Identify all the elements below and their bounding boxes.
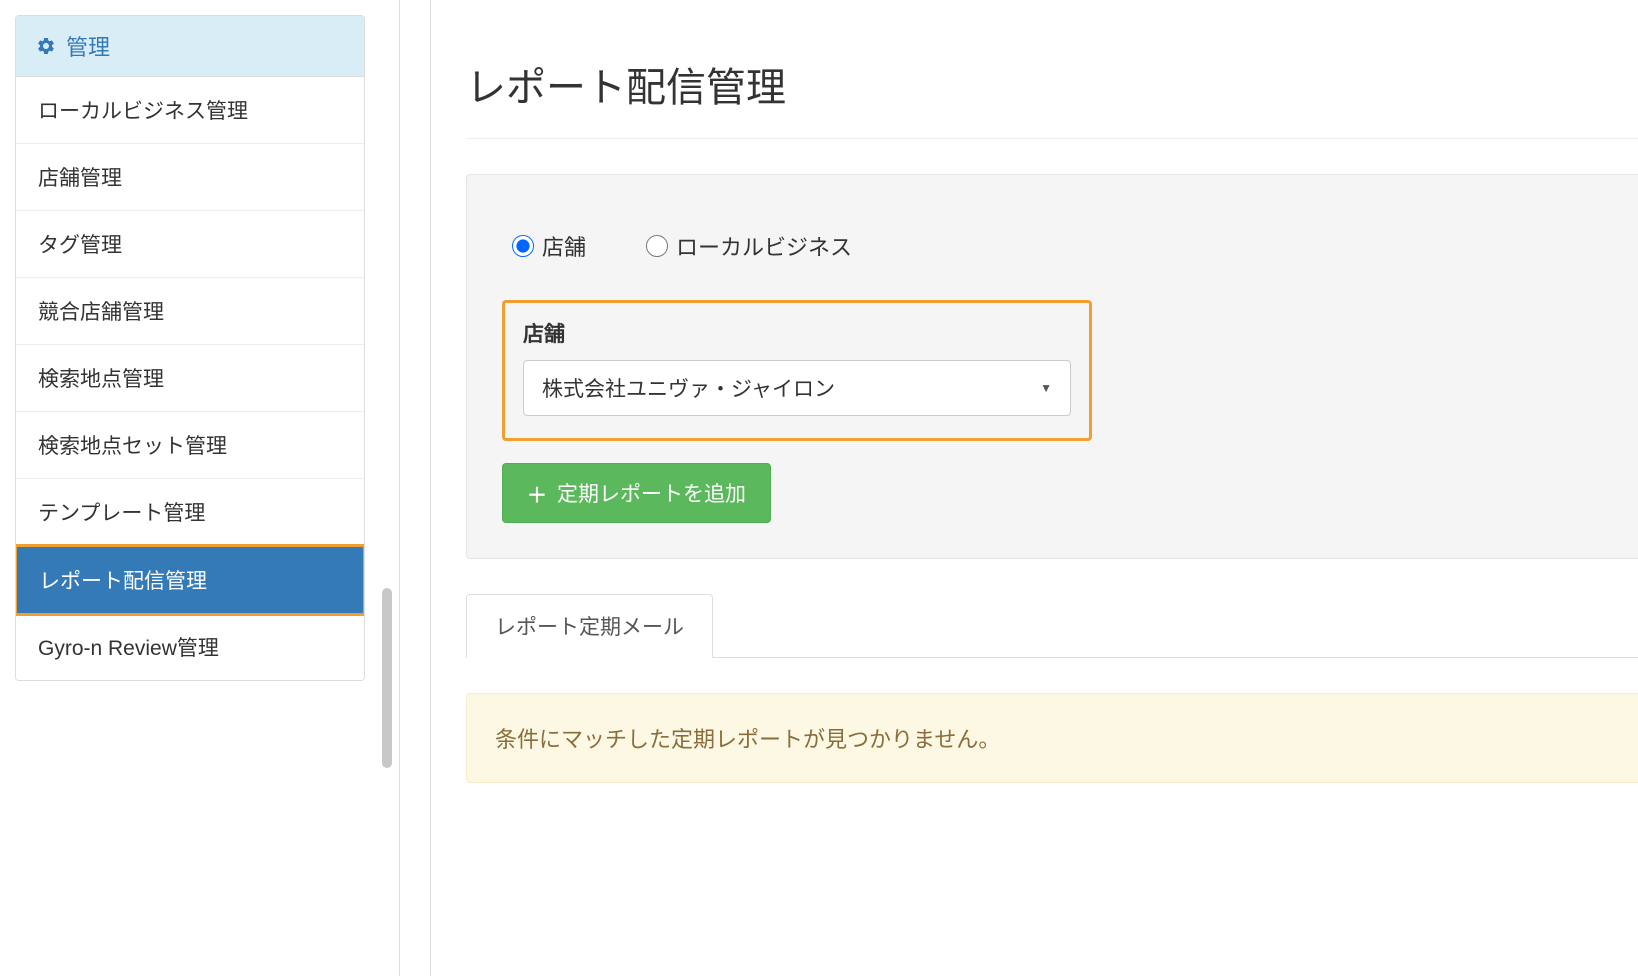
sidebar-item-label: 競合店舗管理: [38, 301, 164, 324]
sidebar: 管理 ローカルビジネス管理 店舗管理 タグ管理 競合店舗管理 検索地点管理 検索…: [0, 0, 380, 976]
sidebar-item-label: 検索地点セット管理: [38, 435, 227, 458]
alert-message: 条件にマッチした定期レポートが見つかりません。: [495, 727, 1000, 752]
select-value: 株式会社ユニヴァ・ジャイロン: [542, 373, 835, 403]
scrollbar-thumb[interactable]: [382, 588, 392, 768]
gear-icon: [36, 36, 56, 56]
sidebar-item-search-point-set[interactable]: 検索地点セット管理: [16, 412, 364, 479]
radio-label: ローカルビジネス: [676, 230, 852, 262]
sidebar-item-store[interactable]: 店舗管理: [16, 144, 364, 211]
radio-input-local-business[interactable]: [646, 235, 668, 257]
sidebar-header-label: 管理: [66, 30, 110, 62]
main-inner: レポート配信管理 店舗 ローカルビジネス 店舗 株式会社ユニヴァ・ジャイロン ▼: [430, 0, 1638, 976]
alert-no-results: 条件にマッチした定期レポートが見つかりません。: [466, 693, 1638, 783]
sidebar-item-label: 検索地点管理: [38, 368, 164, 391]
sidebar-item-tag[interactable]: タグ管理: [16, 211, 364, 278]
plus-icon: ＋: [527, 479, 547, 508]
tab-report-mail[interactable]: レポート定期メール: [466, 594, 713, 658]
sidebar-item-competitor[interactable]: 競合店舗管理: [16, 278, 364, 345]
sidebar-header: 管理: [16, 16, 364, 77]
add-report-button[interactable]: ＋ 定期レポートを追加: [502, 463, 771, 523]
sidebar-item-report-delivery[interactable]: レポート配信管理: [15, 544, 365, 616]
sidebar-item-label: 店舗管理: [38, 167, 122, 190]
sidebar-item-label: Gyro-n Review管理: [38, 637, 219, 660]
sidebar-item-label: タグ管理: [38, 234, 122, 257]
store-select[interactable]: 株式会社ユニヴァ・ジャイロン ▼: [523, 360, 1071, 416]
sidebar-item-label: ローカルビジネス管理: [38, 100, 248, 123]
store-field-highlight: 店舗 株式会社ユニヴァ・ジャイロン ▼: [502, 300, 1092, 441]
tabs: レポート定期メール: [466, 594, 1638, 658]
radio-option-store[interactable]: 店舗: [512, 230, 586, 262]
sidebar-nav: 管理 ローカルビジネス管理 店舗管理 タグ管理 競合店舗管理 検索地点管理 検索…: [15, 15, 365, 681]
scrollbar[interactable]: [380, 0, 394, 976]
sidebar-item-search-point[interactable]: 検索地点管理: [16, 345, 364, 412]
form-panel: 店舗 ローカルビジネス 店舗 株式会社ユニヴァ・ジャイロン ▼ ＋ 定期レポート…: [466, 174, 1638, 559]
radio-group: 店舗 ローカルビジネス: [502, 230, 1603, 262]
field-label-store: 店舗: [523, 318, 1071, 348]
radio-option-local-business[interactable]: ローカルビジネス: [646, 230, 852, 262]
tab-label: レポート定期メール: [495, 616, 684, 639]
sidebar-item-local-business[interactable]: ローカルビジネス管理: [16, 77, 364, 144]
sidebar-item-label: レポート配信管理: [39, 570, 207, 593]
chevron-down-icon: ▼: [1040, 381, 1052, 395]
add-button-label: 定期レポートを追加: [557, 478, 746, 508]
sidebar-item-label: テンプレート管理: [38, 502, 205, 525]
sidebar-item-gyron-review[interactable]: Gyro-n Review管理: [16, 614, 364, 680]
divider: [466, 138, 1638, 139]
main-container: レポート配信管理 店舗 ローカルビジネス 店舗 株式会社ユニヴァ・ジャイロン ▼: [399, 0, 1638, 976]
page-title: レポート配信管理: [466, 55, 1638, 113]
radio-label: 店舗: [542, 230, 586, 262]
radio-input-store[interactable]: [512, 235, 534, 257]
sidebar-item-template[interactable]: テンプレート管理: [16, 479, 364, 546]
